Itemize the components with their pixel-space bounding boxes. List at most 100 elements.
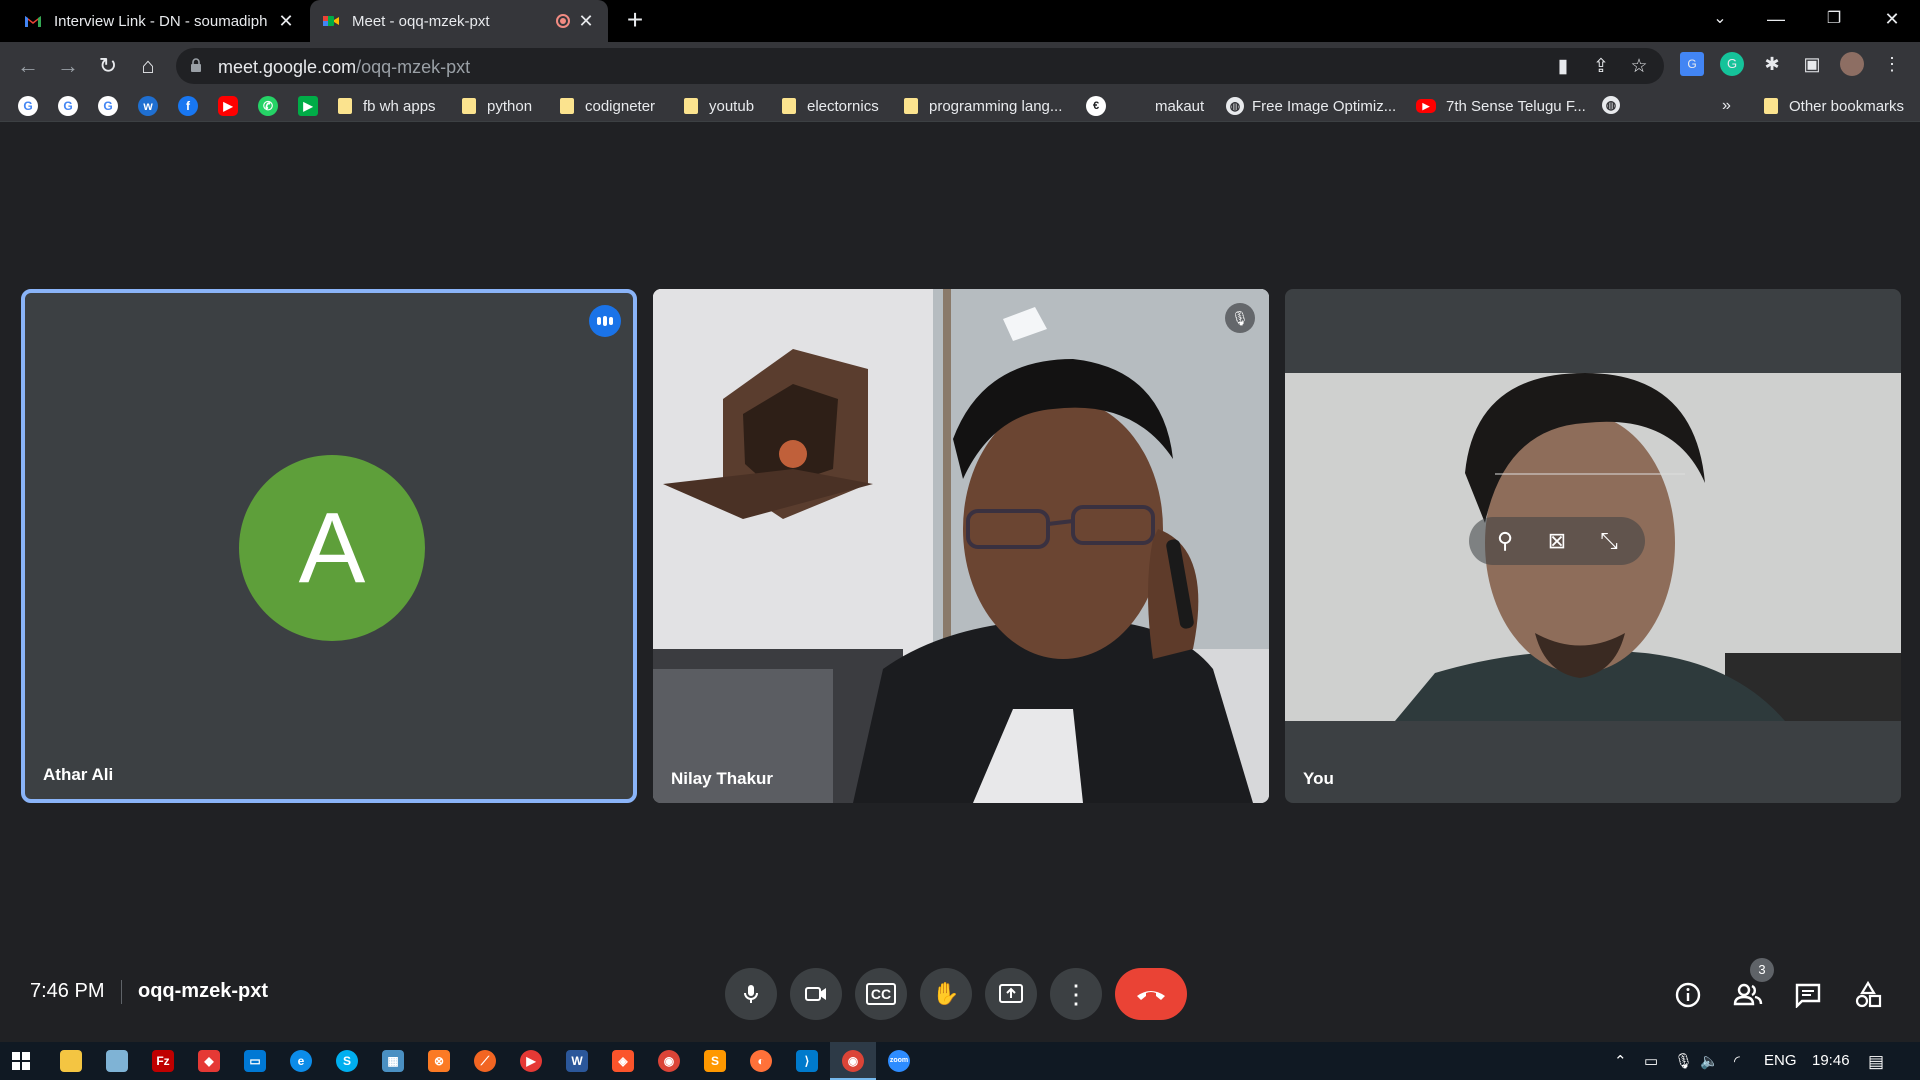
wifi-icon[interactable]: ◜: [1734, 1052, 1740, 1070]
sublime-text-icon[interactable]: S: [704, 1050, 726, 1072]
other-bookmarks[interactable]: Other bookmarks: [1764, 95, 1904, 117]
avatar: A: [239, 455, 425, 641]
word-icon[interactable]: W: [566, 1050, 588, 1072]
tab-title: Interview Link - DN - soumadiph: [54, 12, 268, 30]
app-icon[interactable]: [106, 1050, 128, 1072]
people-button[interactable]: [1731, 978, 1765, 1012]
zoom-icon[interactable]: zoom: [888, 1050, 910, 1072]
participant-tile-nilay-thakur[interactable]: 🎙 Nilay Thakur: [653, 289, 1269, 803]
meeting-details-button[interactable]: [1671, 978, 1705, 1012]
chat-button[interactable]: [1791, 978, 1825, 1012]
file-explorer-icon[interactable]: [60, 1050, 82, 1072]
bookmark-folder[interactable]: fb wh apps: [338, 95, 436, 117]
skype-icon[interactable]: S: [336, 1050, 358, 1072]
bookmark-star-icon[interactable]: ☆: [1628, 56, 1650, 78]
bookmark-folder[interactable]: electornics: [782, 95, 879, 117]
filezilla-icon[interactable]: Fz: [152, 1050, 174, 1072]
present-now-button[interactable]: [985, 968, 1037, 1020]
site-icon[interactable]: €: [1086, 96, 1106, 116]
captions-button[interactable]: CC: [855, 968, 907, 1020]
facebook-icon[interactable]: f: [178, 96, 198, 116]
app-icon[interactable]: ▦: [382, 1050, 404, 1072]
participant-tile-athar-ali[interactable]: A Athar Ali: [21, 289, 637, 803]
webex-icon[interactable]: w: [138, 96, 158, 116]
share-icon[interactable]: ⇪: [1590, 56, 1612, 78]
translate-extension-icon[interactable]: G: [1680, 52, 1704, 76]
restore-button[interactable]: ❐: [1806, 0, 1862, 38]
close-tab-icon[interactable]: ✕: [576, 11, 596, 32]
overflow-chevron-icon: »: [1722, 97, 1731, 114]
postman-icon[interactable]: ⟋: [474, 1050, 496, 1072]
home-button[interactable]: ⌂: [134, 52, 162, 80]
minimize-self-view-icon[interactable]: ⤡: [1592, 528, 1626, 554]
microphone-button[interactable]: [725, 968, 777, 1020]
activities-button[interactable]: [1851, 978, 1885, 1012]
chrome-icon[interactable]: ◉: [842, 1050, 864, 1072]
whatsapp-icon[interactable]: ✆: [258, 96, 278, 116]
meeting-code: oqq-mzek-pxt: [138, 980, 268, 1002]
windows-taskbar: [0, 1042, 1920, 1080]
tab-gmail[interactable]: Interview Link - DN - soumadiph ✕: [12, 0, 308, 42]
close-window-button[interactable]: ✕: [1864, 0, 1920, 38]
notifications-icon[interactable]: ▤: [1868, 1052, 1884, 1072]
windows-start-icon[interactable]: [10, 1050, 32, 1072]
raise-hand-button[interactable]: ✋: [920, 968, 972, 1020]
meet-icon[interactable]: ▶: [298, 96, 318, 116]
app-icon[interactable]: ▭: [244, 1050, 266, 1072]
remove-from-view-icon[interactable]: ⊠: [1540, 528, 1574, 554]
mic-tray-icon[interactable]: 🎙: [1674, 1052, 1693, 1070]
forward-button[interactable]: →: [54, 52, 82, 80]
new-tab-button[interactable]: +: [620, 6, 650, 36]
taskbar-clock[interactable]: 19:46: [1812, 1052, 1850, 1069]
vscode-icon[interactable]: ⟩: [796, 1050, 818, 1072]
firefox-icon[interactable]: ◐: [750, 1050, 772, 1072]
menu-kebab-icon[interactable]: ⋮: [1880, 52, 1904, 76]
tab-meet[interactable]: Meet - oqq-mzek-pxt ✕: [310, 0, 608, 42]
reload-button[interactable]: ↻: [94, 52, 122, 80]
language-indicator[interactable]: ENG: [1764, 1052, 1797, 1069]
side-panel-icon[interactable]: ▣: [1800, 52, 1824, 76]
chrome-icon[interactable]: ◉: [658, 1050, 680, 1072]
bookmark-link[interactable]: makaut: [1155, 95, 1204, 117]
other-bookmarks-label: Other bookmarks: [1789, 97, 1905, 115]
bookmark-label: makaut: [1155, 97, 1205, 115]
tab-search-icon[interactable]: ⌄: [1692, 0, 1748, 38]
bookmark-folder[interactable]: programming lang...: [904, 95, 1062, 117]
google-icon[interactable]: G: [18, 96, 38, 116]
profile-avatar-icon[interactable]: [1840, 52, 1864, 76]
address-bar[interactable]: meet.google.com/oqq-mzek-pxt ▮ ⇪ ☆: [176, 48, 1664, 84]
bookmarks-overflow-button[interactable]: »: [1722, 95, 1731, 117]
google-icon[interactable]: G: [58, 96, 78, 116]
extensions-puzzle-icon[interactable]: ✱: [1760, 52, 1784, 76]
anydesk-icon[interactable]: ◆: [198, 1050, 220, 1072]
present-screen-icon: [999, 984, 1023, 1003]
participant-name: Nilay Thakur: [671, 769, 774, 788]
volume-icon[interactable]: 🔈: [1700, 1052, 1719, 1070]
close-tab-icon[interactable]: ✕: [276, 11, 296, 32]
grammarly-extension-icon[interactable]: G: [1720, 52, 1744, 76]
camera-in-use-icon[interactable]: ▮: [1552, 56, 1574, 78]
participant-tile-you[interactable]: ⚲ ⊠ ⤡ You: [1285, 289, 1901, 803]
tray-chevron-icon[interactable]: ⌃: [1614, 1052, 1627, 1070]
minimize-button[interactable]: —: [1748, 0, 1804, 38]
bookmark-link[interactable]: ▶ 7th Sense Telugu F...: [1416, 95, 1586, 117]
more-options-button[interactable]: ⋮: [1050, 968, 1102, 1020]
more-vert-icon: ⋮: [1063, 979, 1089, 1009]
leave-call-button[interactable]: [1115, 968, 1187, 1020]
bookmark-folder[interactable]: youtub: [684, 95, 754, 117]
pin-icon[interactable]: ⚲: [1488, 528, 1522, 554]
battery-icon[interactable]: ▭: [1644, 1052, 1658, 1070]
bookmark-folder[interactable]: python: [462, 95, 532, 117]
globe-icon[interactable]: ◍: [1602, 96, 1620, 114]
google-icon[interactable]: G: [98, 96, 118, 116]
brave-icon[interactable]: ◈: [612, 1050, 634, 1072]
media-player-icon[interactable]: ▶: [520, 1050, 542, 1072]
chat-icon: [1795, 983, 1821, 1009]
youtube-icon[interactable]: ▶: [218, 96, 238, 116]
xampp-icon[interactable]: ⊗: [428, 1050, 450, 1072]
bookmark-folder[interactable]: codigneter: [560, 95, 655, 117]
bookmark-link[interactable]: ◍ Free Image Optimiz...: [1226, 95, 1396, 117]
edge-icon[interactable]: e: [290, 1050, 312, 1072]
camera-button[interactable]: [790, 968, 842, 1020]
back-button[interactable]: ←: [14, 52, 42, 80]
